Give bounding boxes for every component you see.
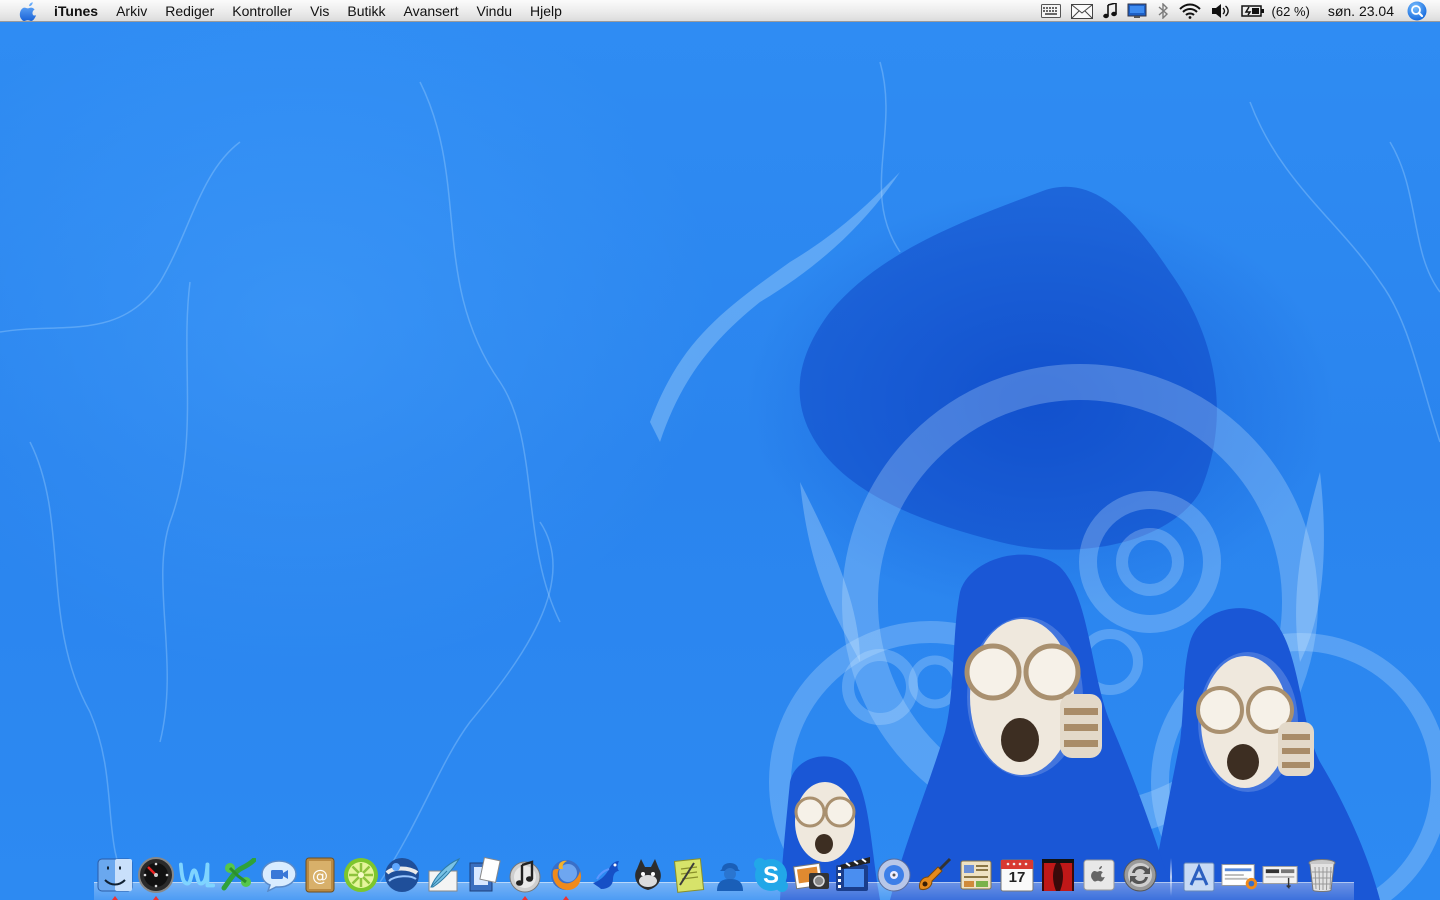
itunes-icon[interactable] xyxy=(506,856,544,900)
ichat-icon[interactable] xyxy=(260,856,298,894)
menu-kontroller[interactable]: Kontroller xyxy=(223,0,301,22)
battery-icon[interactable] xyxy=(1236,0,1270,22)
dashboard-icon[interactable] xyxy=(137,856,175,900)
blue-bird-icon[interactable] xyxy=(588,856,626,894)
limewire-icon[interactable] xyxy=(342,856,380,894)
idvd-icon[interactable] xyxy=(875,856,913,894)
running-indicator xyxy=(522,896,528,900)
running-indicator xyxy=(112,896,118,900)
firefox-icon[interactable] xyxy=(547,856,585,900)
menu-clock[interactable]: søn. 23.04 xyxy=(1318,3,1406,19)
svg-text:@: @ xyxy=(312,866,328,885)
menu-vindu[interactable]: Vindu xyxy=(467,0,521,22)
running-indicator xyxy=(153,896,159,900)
menu-bar-left: iTunes Arkiv Rediger Kontroller Vis Buti… xyxy=(0,0,571,22)
music-note-icon[interactable] xyxy=(1098,0,1122,22)
volume-icon[interactable] xyxy=(1206,0,1236,22)
garageband-icon[interactable] xyxy=(916,856,954,894)
downloads-stack-icon[interactable] xyxy=(1262,856,1300,894)
running-indicator xyxy=(563,896,569,900)
bluetooth-icon[interactable] xyxy=(1152,0,1174,22)
desktop-wallpaper xyxy=(0,22,1440,900)
skype-icon[interactable]: S xyxy=(752,856,790,894)
sync-icon[interactable] xyxy=(1121,856,1159,894)
web-app-icon[interactable] xyxy=(178,856,216,894)
menu-bar: iTunes Arkiv Rediger Kontroller Vis Buti… xyxy=(0,0,1440,22)
svg-text:S: S xyxy=(763,862,779,889)
spotlight-icon[interactable] xyxy=(1406,0,1428,22)
finder-icon[interactable] xyxy=(96,856,134,900)
mail-icon[interactable] xyxy=(1066,0,1098,22)
wifi-icon[interactable] xyxy=(1174,0,1206,22)
display-icon[interactable] xyxy=(1122,0,1152,22)
menu-bar-extras: (62 %) søn. 23.04 xyxy=(1036,0,1440,22)
ical-date: 17 xyxy=(1008,869,1026,886)
trash-icon[interactable] xyxy=(1303,856,1341,894)
dark-animal-icon[interactable] xyxy=(629,856,667,894)
address-book-icon[interactable]: @ xyxy=(301,856,339,894)
menu-hjelp[interactable]: Hjelp xyxy=(521,0,571,22)
battery-percentage[interactable]: (62 %) xyxy=(1270,4,1318,19)
dock: @ S 17 xyxy=(94,850,1354,900)
red-theater-icon[interactable] xyxy=(1039,856,1077,894)
dock-separator xyxy=(1170,858,1172,896)
menu-vis[interactable]: Vis xyxy=(301,0,338,22)
keyboard-viewer-icon[interactable] xyxy=(1036,0,1066,22)
notes-icon[interactable] xyxy=(670,856,708,894)
menu-rediger[interactable]: Rediger xyxy=(156,0,223,22)
wallpaper-artwork xyxy=(0,61,1440,900)
applications-stack-icon[interactable] xyxy=(1180,856,1218,894)
apple-box-icon[interactable] xyxy=(1080,856,1118,894)
user-icon[interactable] xyxy=(711,856,749,894)
quill-icon[interactable] xyxy=(424,856,462,894)
apple-menu-icon[interactable] xyxy=(16,0,40,22)
preview-icon[interactable] xyxy=(465,856,503,894)
ical-icon[interactable]: 17 xyxy=(998,856,1036,894)
green-app-icon[interactable] xyxy=(219,856,257,894)
iphoto-icon[interactable] xyxy=(793,856,831,894)
documents-stack-icon[interactable] xyxy=(1221,856,1259,894)
menu-app-name[interactable]: iTunes xyxy=(54,0,107,22)
menu-arkiv[interactable]: Arkiv xyxy=(107,0,156,22)
iweb-icon[interactable] xyxy=(957,856,995,894)
imovie-icon[interactable] xyxy=(834,856,872,894)
menu-butikk[interactable]: Butikk xyxy=(338,0,394,22)
menu-avansert[interactable]: Avansert xyxy=(394,0,467,22)
google-earth-icon[interactable] xyxy=(383,856,421,894)
